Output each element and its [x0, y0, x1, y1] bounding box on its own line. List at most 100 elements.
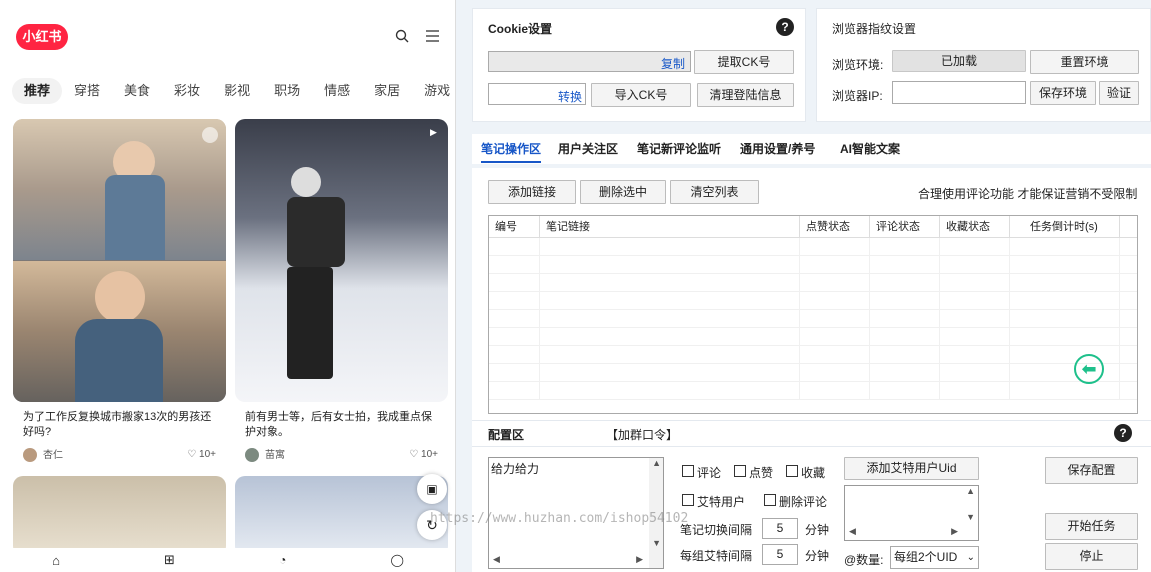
- scroll-left-icon[interactable]: ◀: [493, 554, 500, 565]
- clear-login-button[interactable]: 清理登陆信息: [697, 83, 794, 107]
- tab-food[interactable]: 美食: [112, 78, 162, 104]
- table-row[interactable]: [489, 274, 1137, 292]
- feed-card-cover[interactable]: [13, 476, 226, 556]
- config-title: 配置区: [488, 428, 525, 442]
- note-task-table: 编号 笔记链接 点赞状态 评论状态 收藏状态 任务倒计时(s) ⬅: [488, 215, 1138, 414]
- help-icon[interactable]: ?: [1114, 424, 1132, 442]
- save-env-button[interactable]: 保存环境: [1030, 81, 1096, 105]
- tab-new-comment-monitor[interactable]: 笔记新评论监听: [637, 140, 721, 157]
- table-row[interactable]: [489, 346, 1137, 364]
- tab-general-settings[interactable]: 通用设置/养号: [740, 140, 815, 157]
- env-status-field: 已加载: [892, 50, 1026, 72]
- tab-film[interactable]: 影视: [212, 78, 262, 104]
- group-mention-interval-value: 5: [776, 547, 784, 561]
- note-switch-interval-label: 笔记切换间隔: [680, 523, 753, 537]
- avatar: [245, 448, 259, 463]
- collect-checkbox-label: 收藏: [801, 466, 826, 480]
- mention-count-select[interactable]: 每组2个UID ⌄: [890, 546, 979, 569]
- table-row[interactable]: [489, 364, 1137, 382]
- join-group-link[interactable]: 【加群口令】: [606, 426, 678, 443]
- col-id: 编号: [489, 216, 540, 237]
- clear-list-button[interactable]: 清空列表: [670, 180, 759, 204]
- back-arrow-icon[interactable]: ⬅: [1074, 354, 1104, 384]
- home-icon[interactable]: ⌂: [52, 553, 60, 568]
- card-author: 苗寓: [265, 450, 285, 461]
- minute-label: 分钟: [805, 549, 830, 563]
- browser-ip-input[interactable]: [892, 81, 1026, 104]
- like-checkbox[interactable]: [734, 465, 746, 477]
- comment-text-value: 给力给力: [491, 462, 540, 476]
- table-row[interactable]: [489, 310, 1137, 328]
- copy-link[interactable]: 复制: [661, 55, 685, 72]
- tab-outfit[interactable]: 穿搭: [62, 78, 112, 104]
- reset-env-button[interactable]: 重置环境: [1030, 50, 1139, 74]
- scroll-up-icon[interactable]: ▲: [966, 486, 975, 496]
- table-row[interactable]: [489, 256, 1137, 274]
- table-row[interactable]: [489, 382, 1137, 400]
- collect-checkbox[interactable]: [786, 465, 798, 477]
- mention-uid-list[interactable]: ▲ ▼ ◀ ▶: [844, 485, 979, 541]
- convert-link[interactable]: 转换: [558, 88, 582, 105]
- col-comment-status: 评论状态: [870, 216, 940, 237]
- scroll-up-icon[interactable]: ▲: [652, 458, 661, 468]
- env-label: 浏览环境:: [832, 58, 884, 72]
- mention-user-checkbox[interactable]: [682, 494, 694, 506]
- video-play-icon: [202, 127, 218, 143]
- stop-button[interactable]: 停止: [1045, 543, 1138, 570]
- chevron-down-icon[interactable]: ⌄: [967, 547, 975, 568]
- add-link-button[interactable]: 添加链接: [488, 180, 576, 204]
- card-cover-image: [13, 119, 226, 402]
- feed-card[interactable]: ▶ 前有男士等，后有女士拍，我成重点保护对象。 苗寓 ♡ 10+: [235, 119, 448, 469]
- start-task-button[interactable]: 开始任务: [1045, 513, 1138, 540]
- card-title: 为了工作反复换城市搬家13次的男孩还好吗?: [23, 411, 212, 438]
- tab-emotion[interactable]: 情感: [312, 78, 362, 104]
- heart-icon[interactable]: ♡: [187, 449, 196, 460]
- tab-career[interactable]: 职场: [262, 78, 312, 104]
- table-row[interactable]: [489, 292, 1137, 310]
- col-like-status: 点赞状态: [800, 216, 870, 237]
- group-mention-interval-input[interactable]: 5: [762, 544, 798, 565]
- tab-ai-copywriting[interactable]: AI智能文案: [840, 140, 900, 157]
- card-title: 前有男士等，后有女士拍，我成重点保护对象。: [245, 411, 432, 438]
- feed-card[interactable]: 为了工作反复换城市搬家13次的男孩还好吗? 杏仁 ♡ 10+: [13, 119, 226, 469]
- menu-icon[interactable]: [426, 30, 439, 45]
- table-row[interactable]: [489, 328, 1137, 346]
- scroll-down-icon[interactable]: ▼: [652, 538, 661, 548]
- help-icon[interactable]: ?: [776, 18, 794, 36]
- table-row[interactable]: [489, 238, 1137, 256]
- card-author: 杏仁: [43, 450, 63, 461]
- tab-makeup[interactable]: 彩妆: [162, 78, 212, 104]
- scroll-right-icon[interactable]: ▶: [951, 526, 958, 537]
- video-play-icon: ▶: [430, 127, 437, 137]
- profile-icon[interactable]: ◯: [390, 553, 403, 567]
- scroll-right-icon[interactable]: ▶: [636, 554, 643, 565]
- import-ck-button[interactable]: 导入CK号: [591, 83, 691, 107]
- comment-checkbox[interactable]: [682, 465, 694, 477]
- delete-comment-label: 删除评论: [779, 495, 828, 509]
- search-icon[interactable]: [395, 29, 409, 46]
- mention-count-label: @数量:: [844, 553, 884, 567]
- scroll-down-icon[interactable]: ▼: [966, 512, 975, 522]
- mention-user-label: 艾特用户: [697, 495, 746, 509]
- group-mention-interval-label: 每组艾特间隔: [680, 549, 753, 563]
- verify-button[interactable]: 验证: [1099, 81, 1139, 105]
- note-switch-interval-input[interactable]: 5: [762, 518, 798, 539]
- delete-comment-checkbox[interactable]: [764, 494, 776, 506]
- tab-user-follow[interactable]: 用户关注区: [558, 140, 618, 157]
- scroll-left-icon[interactable]: ◀: [849, 526, 856, 537]
- save-config-button[interactable]: 保存配置: [1045, 457, 1138, 484]
- add-mention-uid-button[interactable]: 添加艾特用户Uid: [844, 457, 979, 480]
- tab-recommend[interactable]: 推荐: [12, 78, 63, 104]
- xiaohongshu-logo: 小红书: [16, 24, 68, 50]
- minute-label: 分钟: [805, 523, 830, 537]
- extract-ck-button[interactable]: 提取CK号: [694, 50, 794, 74]
- tab-home[interactable]: 家居: [362, 78, 412, 104]
- heart-icon[interactable]: ♡: [409, 449, 418, 460]
- image-icon[interactable]: ▣: [417, 474, 447, 504]
- tab-note-operations[interactable]: 笔记操作区: [481, 140, 542, 163]
- col-countdown: 任务倒计时(s): [1010, 216, 1120, 237]
- bell-icon[interactable]: ◔: [279, 553, 286, 567]
- delete-selected-button[interactable]: 删除选中: [580, 180, 666, 204]
- add-icon[interactable]: ⊞: [164, 552, 175, 568]
- tab-game[interactable]: 游戏: [412, 78, 455, 104]
